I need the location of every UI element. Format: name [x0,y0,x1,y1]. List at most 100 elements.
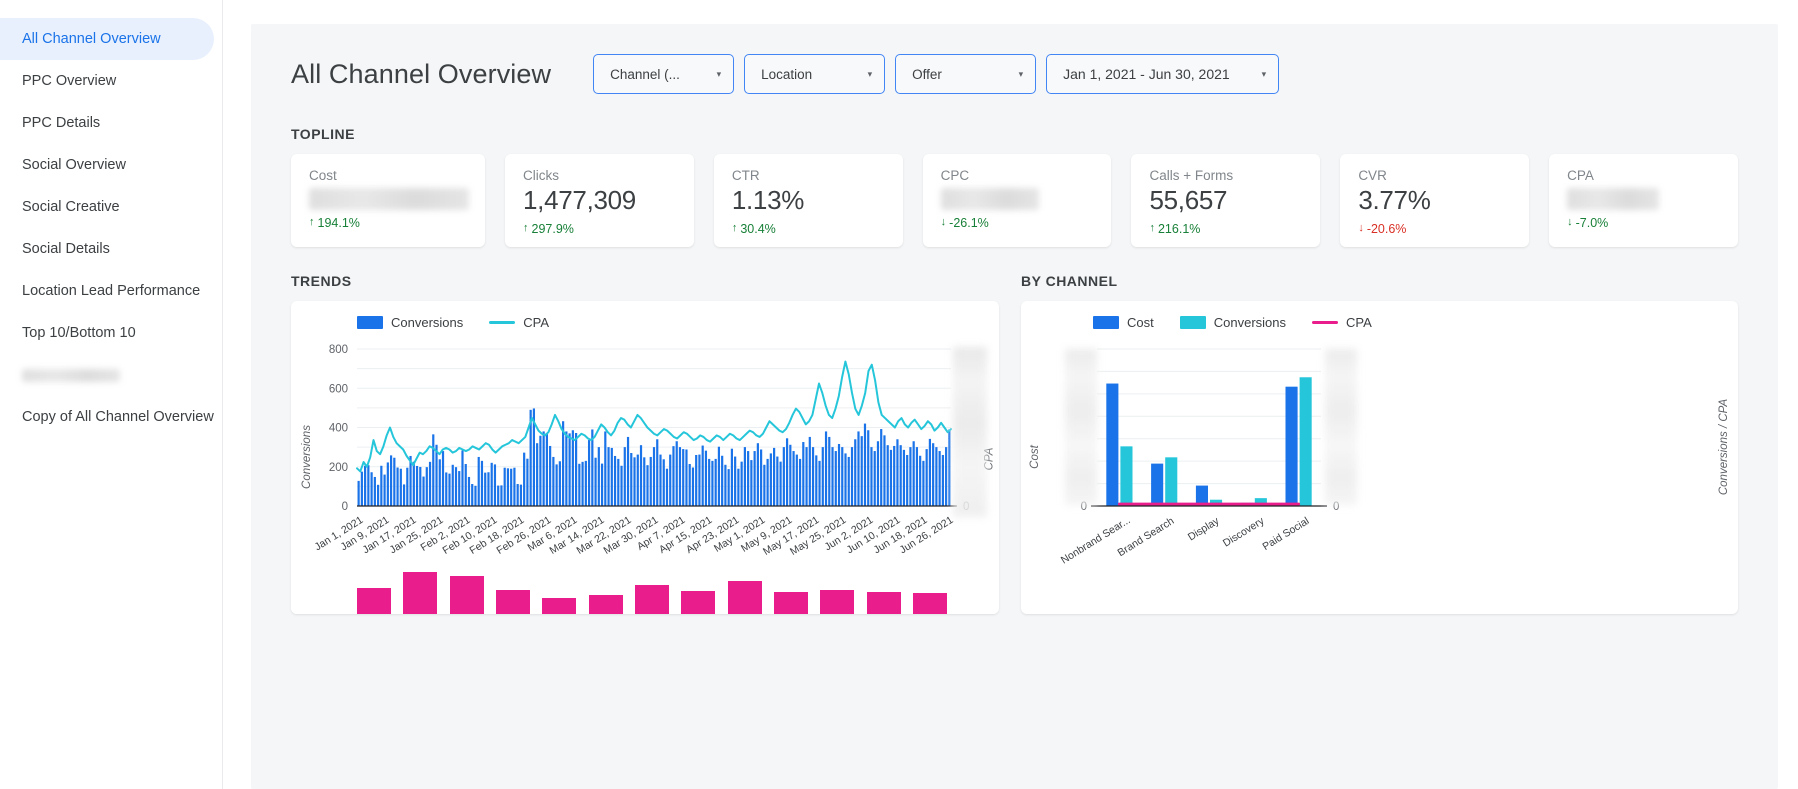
trends-bar[interactable] [438,459,441,506]
trends-bar[interactable] [847,456,850,506]
trends-bar[interactable] [821,447,824,506]
pink-bar[interactable] [542,598,577,614]
trends-bar[interactable] [760,449,763,506]
trends-bar[interactable] [935,447,938,506]
trends-chart-card[interactable]: ConversionsCPA 02004006008000 Conversion… [291,301,999,614]
trends-bar[interactable] [584,460,587,506]
trends-bar[interactable] [678,447,682,506]
sidebar-item-ppc-details[interactable]: PPC Details [0,102,222,144]
trends-bar[interactable] [425,467,428,506]
pink-bar[interactable] [866,592,901,614]
trends-bar[interactable] [779,461,782,506]
trends-bar[interactable] [513,467,516,506]
trends-bar[interactable] [743,447,746,506]
trends-bar[interactable] [364,465,367,506]
trends-bar[interactable] [665,468,669,506]
trends-bar[interactable] [932,443,935,506]
trends-bar[interactable] [428,461,432,506]
trends-bar[interactable] [919,455,922,506]
trends-bar[interactable] [652,447,656,506]
trends-bar[interactable] [506,468,510,506]
trends-bar[interactable] [461,450,464,506]
trends-bar[interactable] [393,457,396,506]
trends-bar[interactable] [889,449,893,506]
trends-bar[interactable] [633,457,636,506]
trends-bar[interactable] [776,456,779,506]
location-filter[interactable]: Location ▾ [744,54,886,94]
trends-bar[interactable] [549,445,552,506]
pink-bar[interactable] [588,594,623,614]
kpi-card-ctr[interactable]: CTR 1.13% ↑ 30.4% [713,154,903,247]
trends-bar[interactable] [844,453,847,506]
trends-bar[interactable] [798,458,802,506]
trends-bar[interactable] [867,430,870,506]
trends-bar[interactable] [928,438,932,506]
sidebar-item-social-details[interactable]: Social Details [0,228,222,270]
trends-bar[interactable] [510,468,513,506]
by-channel-chart-card[interactable]: Cost Conversions CPA 00 Cost Conversions /… [1021,301,1738,614]
trends-bar[interactable] [841,447,844,506]
trends-bar[interactable] [730,448,734,506]
by-channel-cost-bar[interactable] [1106,383,1119,506]
trends-bar[interactable] [873,451,876,506]
by-channel-conversions-bar[interactable] [1165,457,1178,506]
trends-bar[interactable] [578,463,581,506]
chevron-down-icon[interactable]: ▾ [1244,69,1267,79]
trends-bar[interactable] [464,464,467,506]
pink-bar[interactable] [820,590,855,614]
by-channel-cost-bar[interactable] [1151,463,1164,506]
pink-bar[interactable] [403,572,438,614]
trends-bar[interactable] [487,472,490,506]
pink-bar[interactable] [727,581,762,614]
trends-bar[interactable] [607,447,610,506]
trends-bar[interactable] [876,441,880,506]
trends-bar[interactable] [490,462,493,506]
trends-bar[interactable] [419,466,422,506]
trends-bar[interactable] [857,431,860,506]
sidebar-item-ppc-overview[interactable]: PPC Overview [0,60,222,102]
pink-bar[interactable] [495,589,530,614]
trends-bar[interactable] [899,445,902,506]
legend-item-cpa[interactable]: CPA [489,315,549,330]
trends-bar[interactable] [467,476,471,506]
trends-bar[interactable] [519,484,523,506]
trends-bar[interactable] [734,456,737,506]
trends-bar[interactable] [376,484,380,506]
trends-bar[interactable] [503,467,506,506]
trends-bar[interactable] [831,447,834,506]
trends-bar[interactable] [902,449,906,506]
kpi-card-cost[interactable]: Cost ↑ 194.1% [291,154,485,247]
trends-bar[interactable] [445,472,448,506]
by-channel-conversions-bar[interactable] [1120,446,1133,506]
trends-bar[interactable] [811,447,815,506]
trends-bar[interactable] [688,464,691,506]
trends-bar[interactable] [941,454,944,506]
trends-bar[interactable] [850,447,854,506]
trends-bar[interactable] [367,465,370,506]
trends-bar[interactable] [370,472,373,506]
trends-bar[interactable] [695,454,698,506]
trends-bar[interactable] [704,450,708,506]
sidebar-item-location-lead-performance[interactable]: Location Lead Performance [0,270,222,312]
trends-bar[interactable] [626,436,630,506]
trends-bar[interactable] [818,460,821,506]
trends-bar[interactable] [870,447,873,506]
trends-bar[interactable] [620,465,623,506]
trends-bar[interactable] [539,435,542,506]
trends-bar[interactable] [672,446,675,506]
trends-bar[interactable] [750,460,753,506]
trends-bar[interactable] [474,485,477,506]
trends-bar[interactable] [896,439,899,506]
trends-bar[interactable] [834,451,837,506]
trends-bar[interactable] [536,443,539,506]
trends-bar[interactable] [448,473,451,506]
trends-bar[interactable] [737,468,740,506]
trends-bar[interactable] [727,469,730,506]
trends-bar[interactable] [717,446,721,506]
trends-bar[interactable] [880,429,883,506]
chevron-down-icon[interactable]: ▾ [850,69,873,79]
trends-bar[interactable] [542,431,545,506]
kpi-card-cpc[interactable]: CPC ↓ -26.1% [922,154,1112,247]
kpi-card-cvr[interactable]: CVR 3.77% ↓ -20.6% [1340,154,1530,247]
pink-bar[interactable] [449,576,484,614]
